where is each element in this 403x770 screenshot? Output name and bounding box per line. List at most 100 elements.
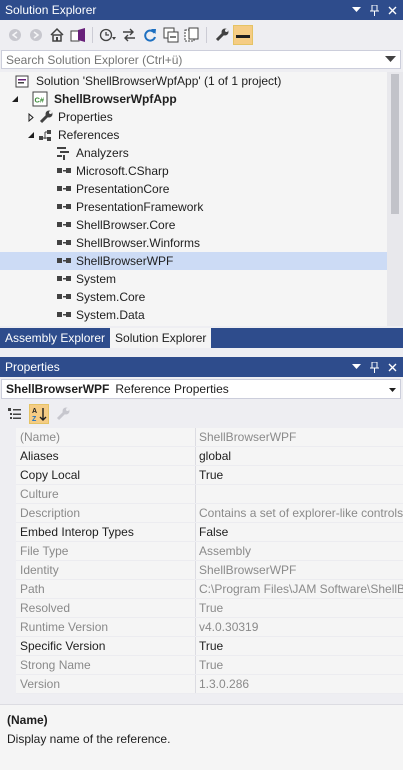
property-row[interactable]: Identity ShellBrowserWPF bbox=[0, 561, 403, 580]
search-dropdown-icon[interactable] bbox=[380, 56, 400, 63]
assembly-reference-icon bbox=[56, 199, 72, 215]
property-row[interactable]: File Type Assembly bbox=[0, 542, 403, 561]
tree-item[interactable]: ShellBrowser.Core bbox=[0, 216, 387, 234]
property-value[interactable]: False bbox=[199, 523, 403, 542]
assembly-reference-icon bbox=[56, 289, 72, 305]
property-row[interactable]: Resolved True bbox=[0, 599, 403, 618]
window-dropdown-icon[interactable] bbox=[350, 361, 363, 374]
properties-toolbar: AZ bbox=[0, 402, 403, 426]
property-name: Aliases bbox=[20, 449, 59, 463]
property-row[interactable]: Culture bbox=[0, 485, 403, 504]
tree-item[interactable]: Analyzers bbox=[0, 144, 387, 162]
property-name: Resolved bbox=[20, 601, 71, 615]
home-icon[interactable] bbox=[47, 25, 67, 45]
refresh-icon[interactable] bbox=[140, 25, 160, 45]
property-row[interactable]: Runtime Version v4.0.30319 bbox=[0, 618, 403, 637]
tree-item[interactable]: System bbox=[0, 270, 387, 288]
solution-tree: Solution 'ShellBrowserWpfApp' (1 of 1 pr… bbox=[0, 72, 387, 326]
preview-selected-items-icon[interactable] bbox=[233, 25, 253, 45]
pin-icon[interactable] bbox=[368, 361, 381, 374]
tree-item[interactable]: PresentationCore bbox=[0, 180, 387, 198]
column-divider[interactable] bbox=[195, 523, 196, 542]
sync-with-active-document-icon[interactable] bbox=[119, 25, 139, 45]
collapse-all-icon[interactable] bbox=[161, 25, 181, 45]
column-divider[interactable] bbox=[195, 637, 196, 656]
tree-item[interactable]: System.Core bbox=[0, 288, 387, 306]
svg-text:C#: C# bbox=[35, 96, 45, 105]
column-divider[interactable] bbox=[195, 580, 196, 599]
property-row[interactable]: Specific Version True bbox=[0, 637, 403, 656]
tree-item[interactable]: Microsoft.CSharp bbox=[0, 162, 387, 180]
tree-item[interactable]: References bbox=[0, 126, 387, 144]
alphabetical-sort-icon[interactable]: AZ bbox=[29, 404, 49, 424]
solution-explorer-titlebar: Solution Explorer bbox=[0, 0, 403, 20]
assembly-reference-icon bbox=[56, 235, 72, 251]
property-row-margin bbox=[0, 523, 16, 542]
tree-item[interactable]: Solution 'ShellBrowserWpfApp' (1 of 1 pr… bbox=[0, 72, 387, 90]
property-value[interactable]: True bbox=[199, 466, 403, 485]
chevron-down-icon[interactable] bbox=[388, 383, 397, 398]
solution-tree-scrollbar[interactable] bbox=[387, 72, 403, 326]
property-row-margin bbox=[0, 561, 16, 580]
property-row[interactable]: Aliases global bbox=[0, 447, 403, 466]
forward-icon[interactable] bbox=[26, 25, 46, 45]
property-value: v4.0.30319 bbox=[199, 620, 259, 634]
column-divider[interactable] bbox=[195, 618, 196, 637]
toolbar-separator bbox=[92, 27, 93, 43]
column-divider[interactable] bbox=[195, 485, 196, 504]
assembly-reference-icon bbox=[56, 307, 72, 323]
property-row[interactable]: Version 1.3.0.286 bbox=[0, 675, 403, 694]
property-value: Contains a set of explorer-like controls bbox=[199, 506, 403, 520]
property-value: True bbox=[199, 601, 224, 615]
column-divider[interactable] bbox=[195, 561, 196, 580]
tree-item[interactable]: System.Data bbox=[0, 306, 387, 324]
property-row[interactable]: Strong Name True bbox=[0, 656, 403, 675]
property-value[interactable]: True bbox=[199, 637, 403, 656]
column-divider[interactable] bbox=[195, 447, 196, 466]
column-divider[interactable] bbox=[195, 656, 196, 675]
property-name: Embed Interop Types bbox=[20, 525, 134, 539]
column-divider[interactable] bbox=[195, 675, 196, 694]
close-icon[interactable] bbox=[386, 4, 399, 17]
solution-explorer-search[interactable] bbox=[1, 50, 401, 69]
property-row[interactable]: Path C:\Program Files\JAM Software\ShellB… bbox=[0, 580, 403, 599]
scrollbar-thumb[interactable] bbox=[391, 74, 399, 214]
property-row-margin bbox=[0, 542, 16, 561]
property-row[interactable]: Embed Interop Types False bbox=[0, 523, 403, 542]
back-icon[interactable] bbox=[5, 25, 25, 45]
tree-item[interactable]: C# ShellBrowserWpfApp bbox=[0, 90, 387, 108]
tree-item[interactable]: ShellBrowser.Winforms bbox=[0, 234, 387, 252]
column-divider[interactable] bbox=[195, 599, 196, 618]
expanded-arrow-icon[interactable] bbox=[26, 130, 36, 140]
properties-object-selector[interactable]: ShellBrowserWPF Reference Properties bbox=[1, 379, 401, 399]
property-value[interactable]: global bbox=[199, 447, 403, 466]
property-row[interactable]: Copy Local True bbox=[0, 466, 403, 485]
column-divider[interactable] bbox=[195, 428, 196, 447]
tree-item[interactable]: PresentationFramework bbox=[0, 198, 387, 216]
column-divider[interactable] bbox=[195, 542, 196, 561]
property-name: File Type bbox=[20, 544, 69, 558]
tree-item[interactable]: Properties bbox=[0, 108, 387, 126]
tab-solution-explorer[interactable]: Solution Explorer bbox=[110, 328, 212, 348]
object-type: Reference Properties bbox=[115, 382, 229, 396]
pin-icon[interactable] bbox=[368, 4, 381, 17]
categorized-icon[interactable] bbox=[5, 404, 25, 424]
property-value: ShellBrowserWPF bbox=[199, 563, 297, 577]
vs-switch-views-icon[interactable] bbox=[68, 25, 88, 45]
close-icon[interactable] bbox=[386, 361, 399, 374]
property-row[interactable]: Description Contains a set of explorer-li… bbox=[0, 504, 403, 523]
search-input[interactable] bbox=[2, 51, 380, 68]
properties-wrench-icon[interactable] bbox=[212, 25, 232, 45]
tree-item[interactable]: ShellBrowserWPF bbox=[0, 252, 387, 270]
property-pages-wrench-icon[interactable] bbox=[53, 404, 73, 424]
show-all-files-icon[interactable] bbox=[182, 25, 202, 45]
column-divider[interactable] bbox=[195, 466, 196, 485]
pending-changes-filter-icon[interactable] bbox=[98, 25, 118, 45]
expanded-arrow-icon[interactable] bbox=[10, 94, 20, 104]
window-dropdown-icon[interactable] bbox=[350, 4, 363, 17]
tab-assembly-explorer[interactable]: Assembly Explorer bbox=[0, 328, 110, 348]
object-name: ShellBrowserWPF bbox=[6, 382, 110, 396]
column-divider[interactable] bbox=[195, 504, 196, 523]
property-row[interactable]: (Name) ShellBrowserWPF bbox=[0, 428, 403, 447]
collapsed-arrow-icon[interactable] bbox=[26, 112, 36, 122]
